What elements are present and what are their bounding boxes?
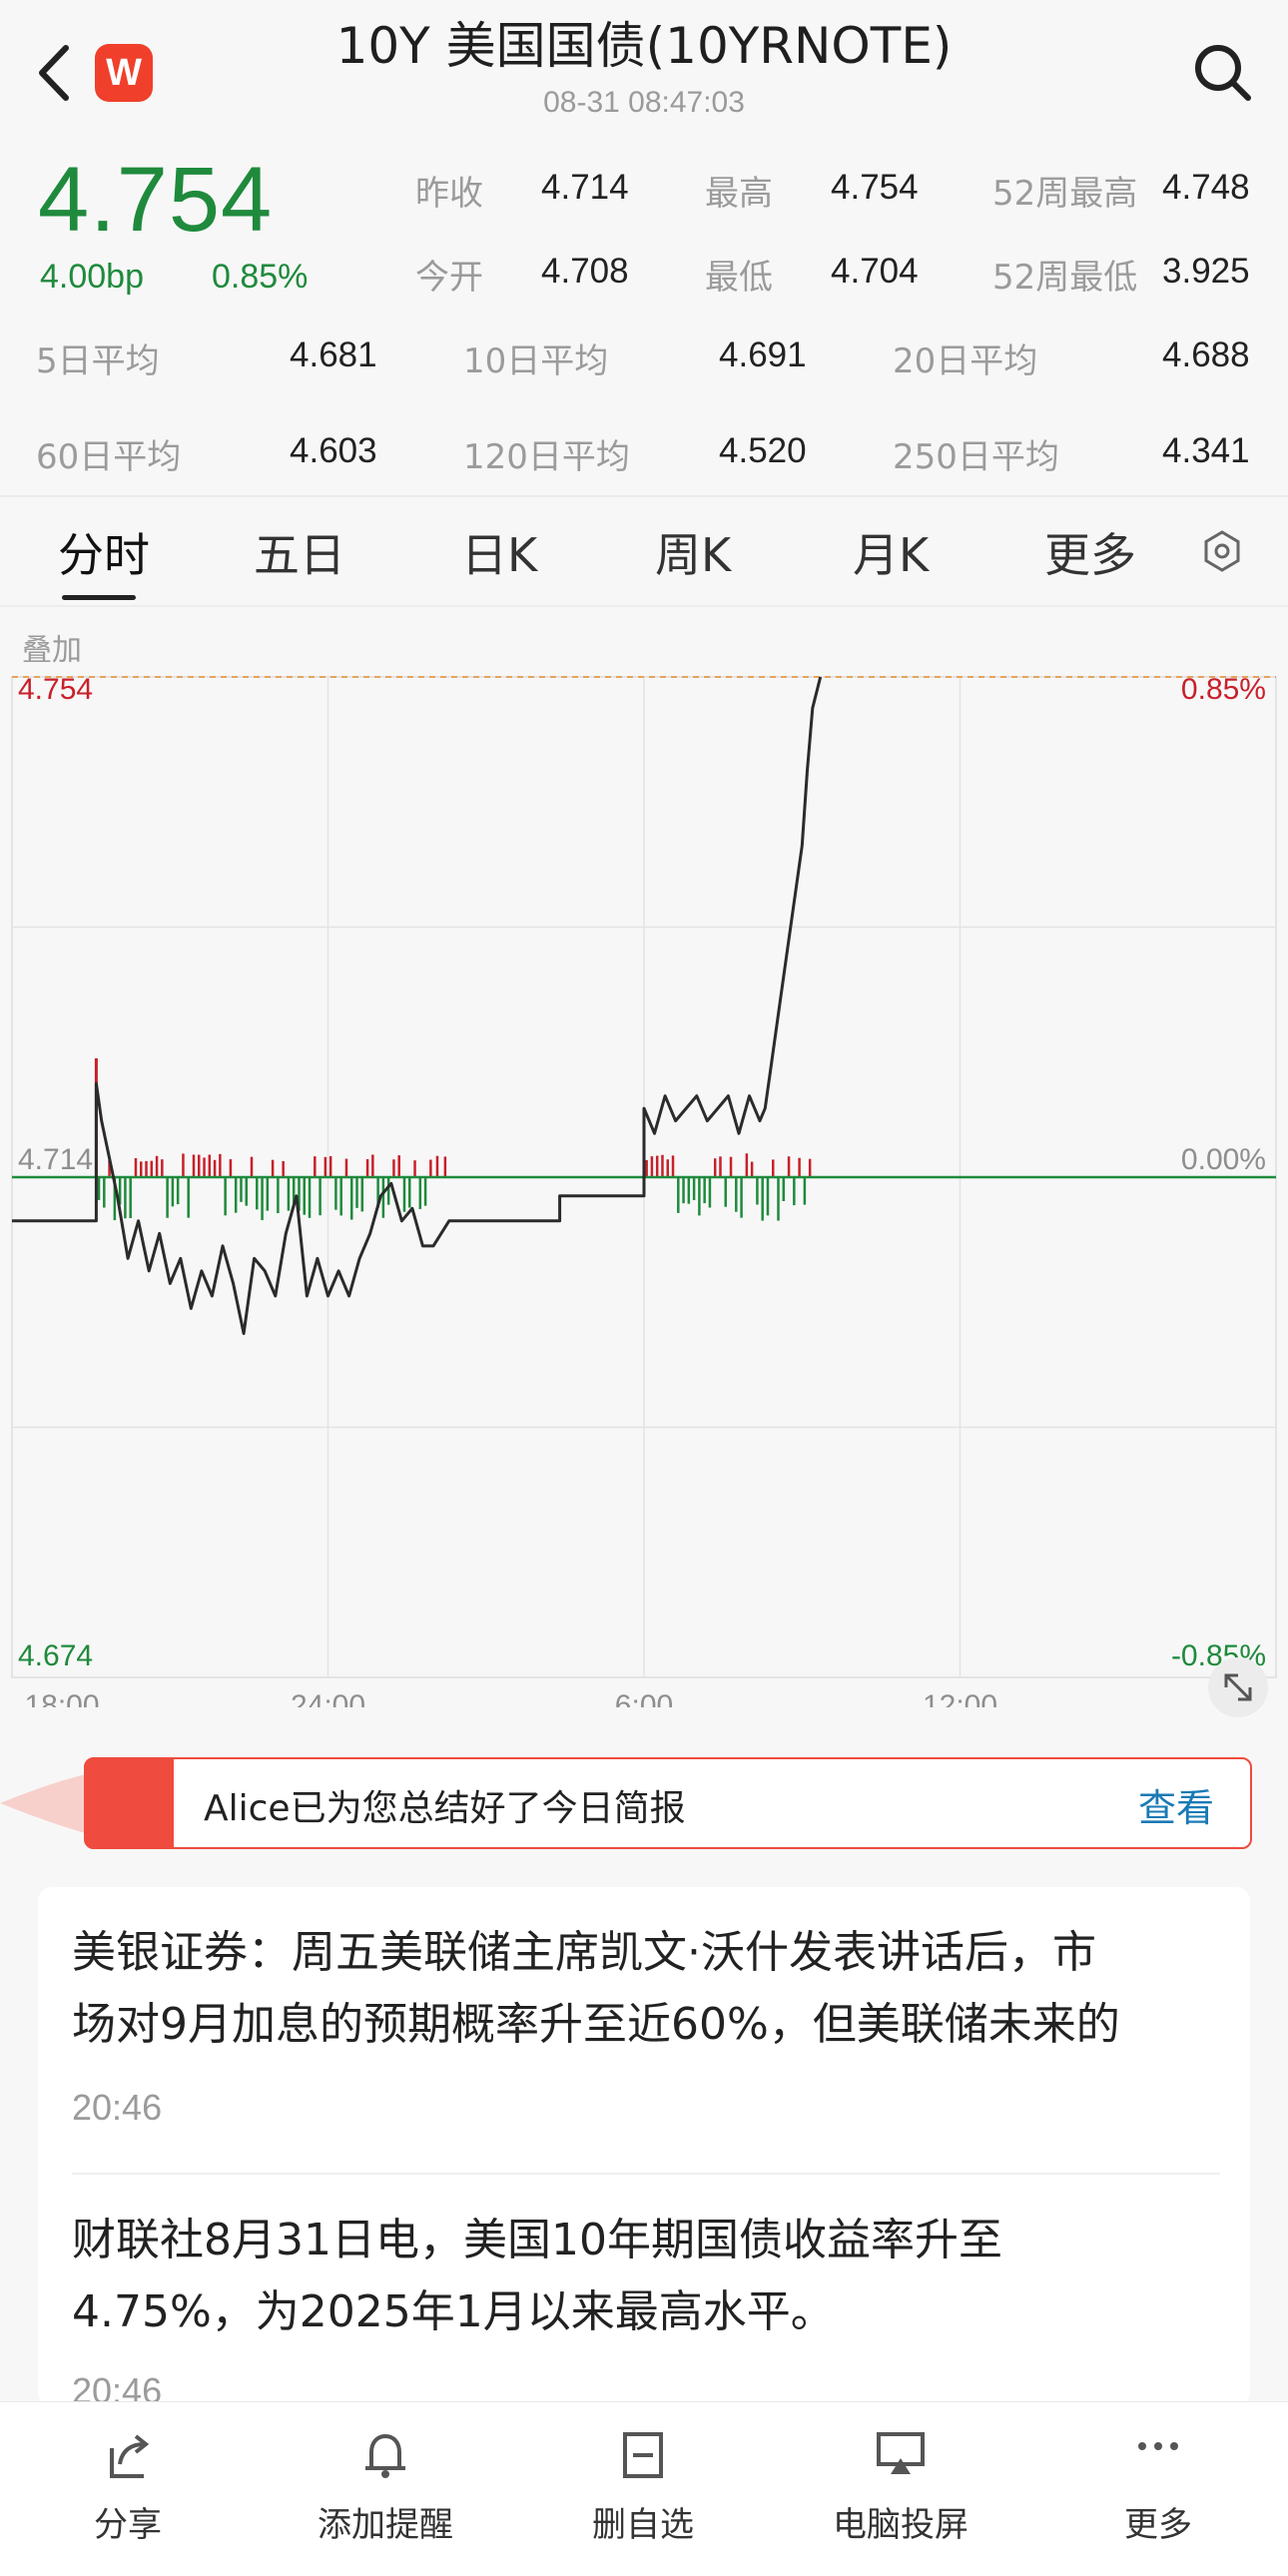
- x-axis-tick-label: 24:00: [291, 1689, 365, 1707]
- minus-box-icon: [623, 2432, 663, 2478]
- y-axis-right-label: 0.00%: [1181, 1143, 1266, 1176]
- active-tab-indicator: [62, 595, 136, 600]
- remove-watchlist-label: 删自选: [592, 2505, 694, 2545]
- avg-label: 120日平均: [463, 437, 630, 477]
- news-headline-line[interactable]: 场对9月加息的预期概率升至近60%，但美联储未来的: [72, 1989, 1230, 2061]
- chart-settings-icon[interactable]: [1200, 529, 1244, 573]
- share-icon: [110, 2434, 150, 2478]
- stat-value: 4.708: [541, 252, 629, 291]
- x-axis-tick-label: 6:00: [615, 1689, 673, 1707]
- stat-label: 52周最高: [992, 174, 1138, 214]
- divider: [0, 605, 1288, 607]
- intraday-chart[interactable]: 4.754 4.714 4.674 0.85% 0.00% -0.85% 18:00 24:0…: [0, 659, 1288, 1707]
- stat-value: 3.925: [1162, 252, 1250, 291]
- more-dots-icon: [1138, 2442, 1178, 2450]
- quote-datetime: 08-31 08:47:03: [543, 86, 745, 119]
- cast-icon: [877, 2432, 925, 2474]
- bottom-action-bar: 分享 添加提醒 删自选 电脑投屏 更多: [0, 2401, 1288, 2576]
- divider: [0, 495, 1288, 497]
- stat-label: 52周最低: [992, 258, 1138, 298]
- x-axis-tick-label: 12:00: [923, 1689, 997, 1707]
- add-alert-label: 添加提醒: [318, 2505, 453, 2545]
- bell-icon: [365, 2433, 405, 2478]
- stat-label: 最低: [705, 258, 773, 298]
- header: W 10Y 美国国债(10YRNOTE) 08-31 08:47:03: [0, 0, 1288, 145]
- news-time: 20:46: [72, 2087, 163, 2128]
- avg-value: 4.681: [290, 335, 377, 374]
- banner-text: Alice已为您总结好了今日简报: [204, 1788, 686, 1829]
- tab-five-day[interactable]: 五日: [254, 519, 345, 585]
- cast-to-pc-label: 电脑投屏: [833, 2505, 968, 2545]
- tab-monthly-k[interactable]: 月K: [853, 519, 929, 585]
- more-actions-button[interactable]: 更多: [1058, 2402, 1258, 2576]
- avg-value: 4.688: [1162, 335, 1250, 374]
- avg-value: 4.341: [1162, 431, 1250, 470]
- expand-chart-icon[interactable]: [1208, 1657, 1268, 1717]
- quote-page: W 10Y 美国国债(10YRNOTE) 08-31 08:47:03 4.75…: [0, 0, 1288, 2576]
- stat-label: 今开: [415, 258, 483, 298]
- y-axis-left-label: 4.674: [18, 1639, 93, 1672]
- news-headline-line[interactable]: 美银证券：周五美联储主席凯文·沃什发表讲话后，市: [72, 1917, 1230, 1989]
- remove-watchlist-button[interactable]: 删自选: [543, 2402, 743, 2576]
- change-percent: 0.85%: [212, 258, 309, 296]
- view-brief-button[interactable]: 查看: [1138, 1777, 1214, 1832]
- y-axis-left-label: 4.714: [18, 1143, 93, 1176]
- avg-value: 4.603: [290, 431, 377, 470]
- tab-daily-k[interactable]: 日K: [461, 519, 537, 585]
- banner-accent: [84, 1757, 174, 1849]
- cast-to-pc-button[interactable]: 电脑投屏: [801, 2402, 1000, 2576]
- stat-value: 4.748: [1162, 168, 1250, 207]
- add-alert-button[interactable]: 添加提醒: [286, 2402, 485, 2576]
- intraday-chart-svg: 4.7544.7144.6740.85%0.00%-0.85%18:00 24:0…: [11, 673, 1277, 1707]
- avg-label: 60日平均: [36, 437, 182, 477]
- share-label: 分享: [94, 2505, 162, 2545]
- avg-value: 4.691: [719, 335, 807, 374]
- tab-weekly-k[interactable]: 周K: [655, 519, 731, 585]
- news-divider: [72, 2173, 1220, 2175]
- share-button[interactable]: 分享: [28, 2402, 228, 2576]
- stat-label: 最高: [705, 174, 773, 214]
- stat-label: 昨收: [415, 174, 483, 214]
- avg-label: 5日平均: [36, 341, 160, 381]
- last-price: 4.754: [38, 149, 274, 251]
- stat-value: 4.754: [831, 168, 919, 207]
- avg-value: 4.520: [719, 431, 807, 470]
- stat-value: 4.704: [831, 252, 919, 291]
- search-icon[interactable]: [1190, 40, 1254, 104]
- tab-more[interactable]: 更多: [1044, 519, 1136, 585]
- stat-value: 4.714: [541, 168, 629, 207]
- y-axis-left-label: 4.754: [18, 673, 93, 706]
- news-headline-line[interactable]: 4.75%，为2025年1月以来最高水平。: [72, 2276, 1230, 2348]
- avg-label: 250日平均: [893, 437, 1059, 477]
- avg-label: 10日平均: [463, 341, 609, 381]
- tab-intraday[interactable]: 分时: [58, 519, 150, 585]
- y-axis-right-label: 0.85%: [1181, 673, 1266, 706]
- more-actions-label: 更多: [1124, 2505, 1192, 2545]
- avg-label: 20日平均: [893, 341, 1038, 381]
- x-axis-tick-label: 18:00: [24, 1689, 99, 1707]
- change-bp: 4.00bp: [40, 258, 144, 296]
- page-title: 10Y 美国国债(10YRNOTE): [335, 17, 953, 75]
- news-headline-line[interactable]: 财联社8月31日电，美国10年期国债收益率升至: [72, 2205, 1230, 2276]
